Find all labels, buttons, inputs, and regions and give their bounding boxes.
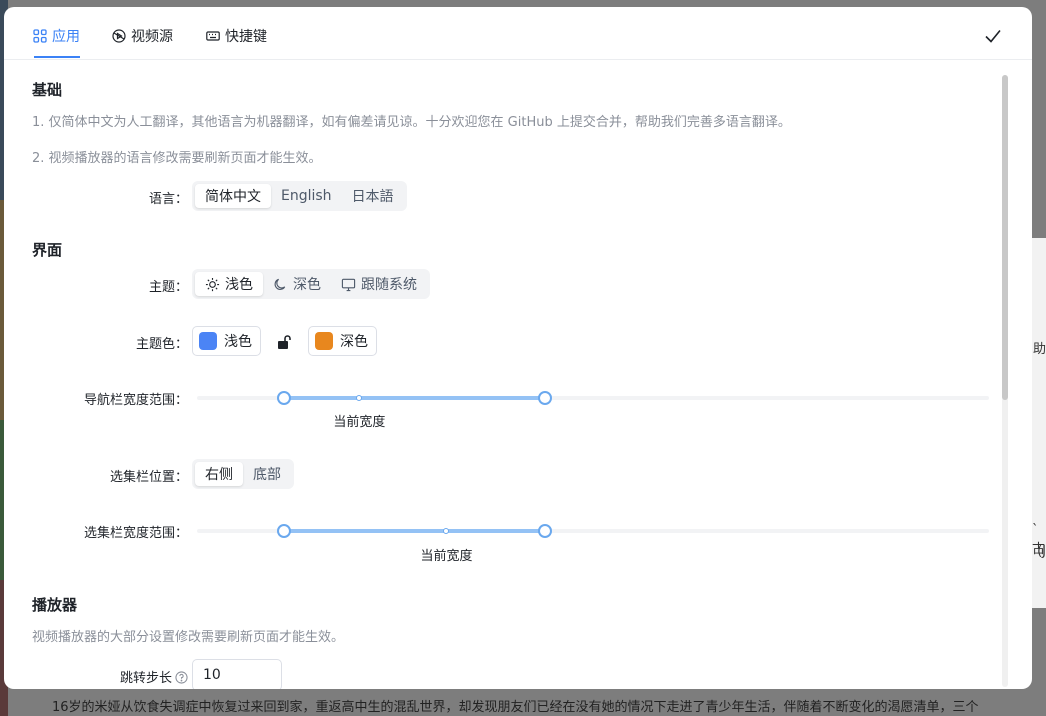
theme-color-label: 主题色： [135, 337, 188, 352]
slider-current-mark: 当前宽度 [333, 415, 386, 430]
theme-label: 主题： [148, 280, 188, 295]
seek-step-input[interactable] [192, 659, 282, 689]
tab-label: 应用 [52, 29, 80, 45]
option-label: 右侧 [205, 467, 233, 483]
theme-option-dark[interactable]: 深色 [263, 272, 331, 296]
option-label: 日本語 [351, 189, 394, 205]
slider-current-dot [443, 528, 450, 534]
option-label: 浅色 [225, 277, 253, 293]
slider-max-handle[interactable] [538, 524, 553, 538]
dark-color-swatch [315, 332, 333, 350]
slider-current-mark: 当前宽度 [420, 549, 473, 564]
language-note-2: 2. 视频播放器的语言修改需要刷新页面才能生效。 [32, 151, 322, 166]
moon-icon [274, 278, 286, 290]
scrollbar-thumb[interactable] [1002, 75, 1008, 400]
tab-shortcuts[interactable]: 快捷键 [206, 26, 267, 46]
episode-position-right[interactable]: 右侧 [195, 462, 243, 486]
light-color-picker[interactable]: 浅色 [192, 326, 261, 356]
slider-max-handle[interactable] [538, 391, 553, 405]
settings-modal: 应用 视频源 快捷键 基础 1. 仅简体中文为人工翻译，其他语言为机器翻译，如有… [4, 7, 1032, 689]
option-label: English [281, 188, 332, 204]
episode-width-slider[interactable]: 当前宽度 [197, 523, 989, 564]
theme-option-system[interactable]: 跟随系统 [331, 272, 427, 296]
settings-tabs: 应用 视频源 快捷键 [4, 7, 1032, 60]
tab-app[interactable]: 应用 [33, 26, 80, 46]
monitor-icon [341, 278, 356, 291]
slider-fill [284, 396, 546, 400]
language-option-zh[interactable]: 简体中文 [195, 184, 271, 208]
episode-position-label: 选集栏位置： [109, 470, 188, 485]
check-icon[interactable] [982, 25, 1004, 47]
theme-selector: 浅色 深色 跟随系统 [192, 269, 430, 299]
help-circle-icon[interactable] [175, 671, 188, 684]
nav-width-slider[interactable]: 当前宽度 [197, 390, 989, 430]
background-text: (J [1037, 544, 1046, 559]
video-source-icon [112, 29, 126, 43]
slider-fill [284, 529, 546, 533]
light-color-swatch [199, 332, 217, 350]
grid-icon [33, 29, 47, 43]
keyboard-icon [206, 31, 220, 41]
background-description: 16岁的米娅从饮食失调症中恢复过来回到家，重返高中生的混乱世界，却发现朋友们已经… [52, 700, 979, 715]
episode-width-label: 选集栏宽度范围： [83, 526, 188, 541]
section-title-player: 播放器 [32, 596, 78, 614]
section-title-basic: 基础 [32, 81, 63, 99]
scrollbar[interactable] [1002, 75, 1008, 687]
language-option-en[interactable]: English [271, 184, 342, 208]
episode-position-bottom[interactable]: 底部 [243, 462, 291, 486]
option-label: 深色 [293, 277, 321, 293]
slider-min-handle[interactable] [277, 391, 292, 405]
episode-position-selector: 右侧 底部 [192, 459, 294, 489]
theme-option-light[interactable]: 浅色 [195, 272, 263, 296]
seek-step-label-text: 跳转步长 [119, 671, 172, 686]
dark-color-picker[interactable]: 深色 [308, 326, 377, 356]
seek-step-label: 跳转步长 [74, 667, 188, 686]
tab-active-indicator [34, 56, 80, 58]
background-text: 助 [1032, 342, 1046, 357]
language-selector: 简体中文 English 日本語 [192, 181, 407, 211]
language-option-ja[interactable]: 日本語 [342, 184, 404, 208]
section-title-interface: 界面 [32, 241, 63, 259]
player-note: 视频播放器的大部分设置修改需要刷新页面才能生效。 [32, 630, 345, 645]
tab-label: 快捷键 [225, 29, 267, 45]
option-label: 跟随系统 [361, 277, 417, 293]
sun-icon [205, 277, 220, 291]
language-label: 语言： [148, 192, 188, 207]
nav-width-label: 导航栏宽度范围： [83, 393, 188, 408]
background-right-panel: 助 `古 (J [1032, 238, 1046, 608]
tab-video-source[interactable]: 视频源 [112, 26, 173, 46]
option-label: 简体中文 [205, 189, 261, 205]
unlock-icon[interactable] [276, 334, 292, 350]
slider-min-handle[interactable] [277, 524, 292, 538]
tab-label: 视频源 [131, 29, 173, 45]
color-label: 浅色 [224, 334, 252, 350]
color-label: 深色 [340, 334, 368, 350]
option-label: 底部 [253, 467, 281, 483]
language-note-1: 1. 仅简体中文为人工翻译，其他语言为机器翻译，如有偏差请见谅。十分欢迎您在 G… [32, 115, 791, 130]
slider-current-dot [356, 395, 363, 401]
